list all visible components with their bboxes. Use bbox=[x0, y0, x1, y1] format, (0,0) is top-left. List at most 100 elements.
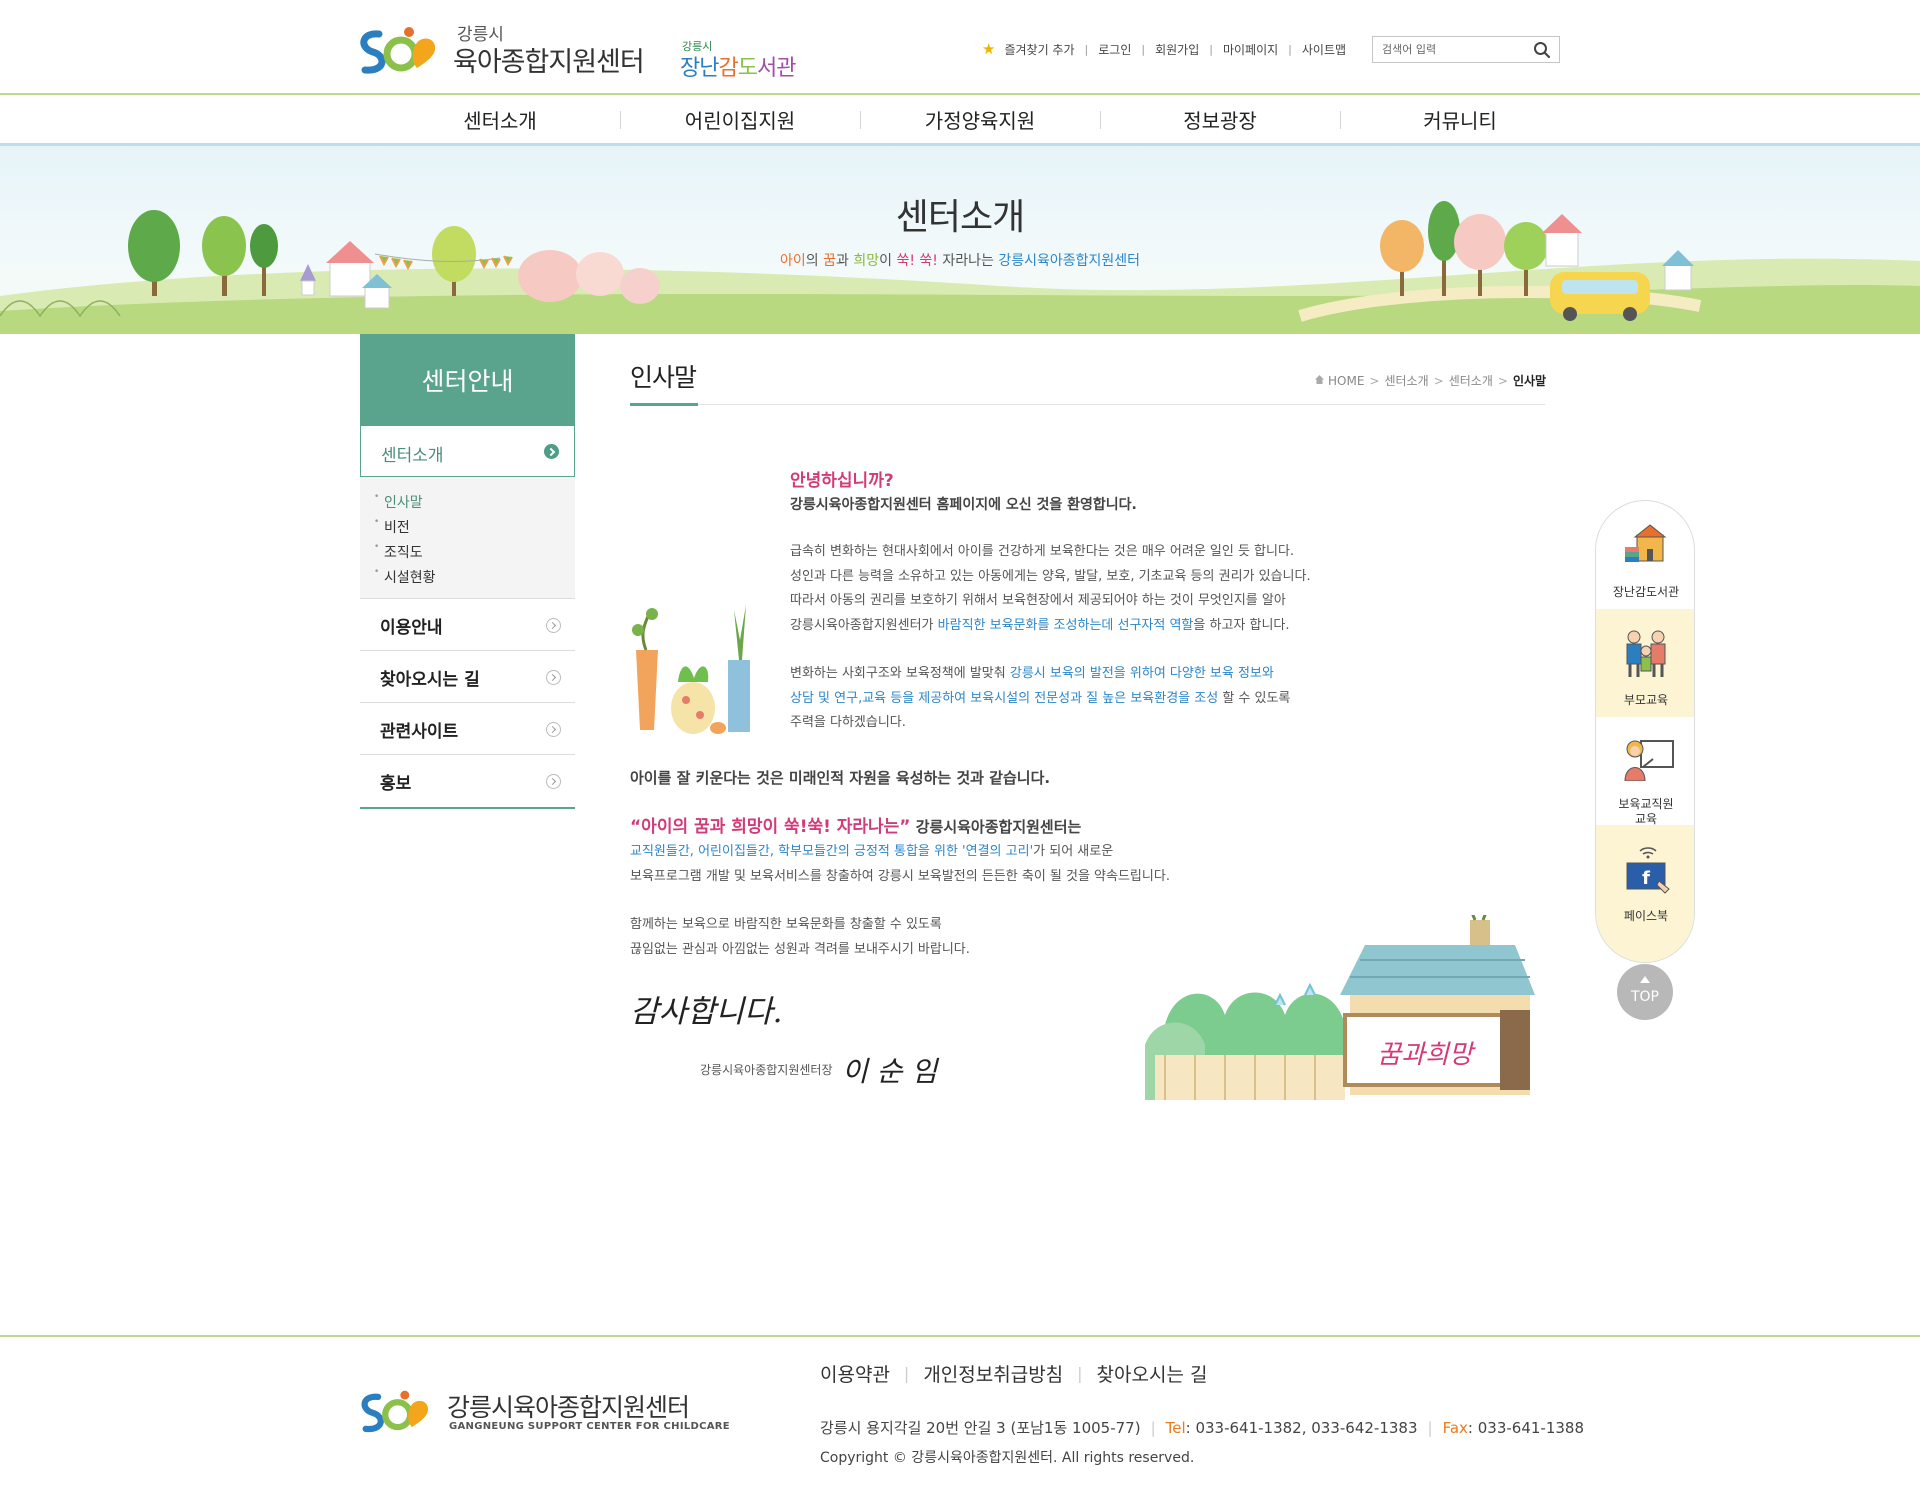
divider: | bbox=[1209, 42, 1213, 56]
slogan-part: 쑥! 쑥! bbox=[896, 253, 938, 269]
title-accent bbox=[630, 403, 698, 406]
slogan-part: 이 bbox=[879, 253, 897, 269]
banner-slogan: 아이의 꿈과 희망이 쑥! 쑥! 자라나는 강릉시육아종합지원센터 bbox=[0, 250, 1920, 270]
text-highlight: 강릉시 보육의 발전을 위하여 다양한 보육 정보와 bbox=[1009, 666, 1274, 681]
sitemap-link[interactable]: 사이트맵 bbox=[1302, 41, 1346, 58]
footer-top-line bbox=[0, 1335, 1920, 1337]
search-icon[interactable] bbox=[1533, 41, 1551, 59]
breadcrumb: HOME > 센터소개 > 센터소개 > 인사말 bbox=[1315, 372, 1546, 389]
breadcrumb-home[interactable]: HOME bbox=[1328, 374, 1364, 388]
footer-privacy-link[interactable]: 개인정보취급방침 bbox=[923, 1360, 1063, 1387]
footer-directions-link[interactable]: 찾아오시는 길 bbox=[1097, 1360, 1208, 1387]
svg-text:f: f bbox=[1642, 868, 1650, 889]
greeting-paragraph-2: 변화하는 사회구조와 보육정책에 발맞춰 강릉시 보육의 발전을 위하여 다양한… bbox=[790, 662, 1290, 736]
quick-label: 페이스북 bbox=[1623, 909, 1669, 923]
divider: | bbox=[1150, 1418, 1156, 1437]
sign-board-text: 꿈과희망 bbox=[1377, 1040, 1476, 1070]
home-icon bbox=[1315, 375, 1324, 384]
text-segment: 가 되어 새로운 bbox=[1033, 844, 1114, 859]
address-text: 강릉시 용지각길 20번 안길 3 (포남1동 1005-77) bbox=[820, 1419, 1141, 1437]
lnb-sub-facilities[interactable]: 시설현황 bbox=[374, 567, 435, 587]
divider: | bbox=[1427, 1418, 1433, 1437]
lnb-item-related-sites[interactable]: 관련사이트 bbox=[360, 703, 575, 755]
bookmark-link[interactable]: 즐겨찾기 추가 bbox=[1004, 41, 1074, 58]
text-highlight: 교직원들간, 어린이집들간, 학부모들간의 긍정적 통합을 위한 '연결의 고리… bbox=[630, 844, 1034, 859]
quick-label: 부모교육 bbox=[1623, 693, 1669, 707]
slogan-part: 의 bbox=[805, 253, 824, 269]
footer-logo-eng: GANGNEUNG SUPPORT CENTER FOR CHILDCARE bbox=[449, 1421, 730, 1432]
sub-visual-banner: 센터소개 아이의 꿈과 희망이 쑥! 쑥! 자라나는 강릉시육아종합지원센터 bbox=[0, 143, 1920, 334]
lnb-sub-organization[interactable]: 조직도 bbox=[374, 542, 423, 562]
slogan-part: 아이 bbox=[780, 253, 806, 269]
quick-facebook[interactable]: f 페이스북 bbox=[1596, 825, 1694, 962]
scroll-top-button[interactable]: TOP bbox=[1617, 964, 1673, 1020]
lnb-sub-vision[interactable]: 비전 bbox=[374, 517, 410, 537]
library-logo-title[interactable]: 장난감도서관 bbox=[680, 50, 796, 82]
gnb-item-daycare[interactable]: 어린이집지원 bbox=[620, 95, 860, 143]
greeting-hello: 안녕하십니까? bbox=[790, 471, 894, 491]
main-nav: 센터소개 어린이집지원 가정양육지원 정보광장 커뮤니티 bbox=[380, 95, 1580, 143]
plant-pots-illustration bbox=[632, 605, 750, 734]
gnb-item-community[interactable]: 커뮤니티 bbox=[1340, 95, 1580, 143]
lnb-item-usage[interactable]: 이용안내 bbox=[360, 599, 575, 651]
text-highlight: 바람직한 보육문화를 조성하는데 선구자적 역할 bbox=[937, 617, 1194, 633]
arrow-up-icon bbox=[1640, 976, 1650, 983]
text-line: 주력을 다하겠습니다. bbox=[790, 715, 906, 730]
breadcrumb-item[interactable]: 센터소개 bbox=[1449, 372, 1493, 389]
thanks-handwriting: 감사합니다. bbox=[630, 994, 783, 1030]
family-icon bbox=[1626, 630, 1666, 677]
site-logo[interactable]: 강릉시 육아종합지원센터 강릉시 장난감도서관 bbox=[357, 20, 797, 82]
lnb-sub-greeting[interactable]: 인사말 bbox=[374, 492, 423, 512]
tel-value: : 033-641-1382, 033-642-1383 bbox=[1185, 1418, 1418, 1437]
chevron-right-icon bbox=[544, 444, 559, 459]
footer-terms-link[interactable]: 이용약관 bbox=[820, 1360, 890, 1387]
fax-value: : 033-641-1388 bbox=[1467, 1418, 1585, 1437]
divider: | bbox=[1288, 42, 1292, 56]
signature-role: 강릉시육아종합지원센터장 bbox=[700, 1063, 833, 1077]
lnb-item-directions[interactable]: 찾아오시는 길 bbox=[360, 651, 575, 703]
lnb-item-label: 이용안내 bbox=[380, 618, 443, 638]
breadcrumb-sep-icon: > bbox=[1369, 373, 1380, 388]
breadcrumb-item[interactable]: 센터소개 bbox=[1384, 372, 1428, 389]
text-line: 변화하는 사회구조와 보육정책에 발맞춰 강릉시 보육의 발전을 위하여 다양한… bbox=[790, 662, 1290, 687]
breadcrumb-sep-icon: > bbox=[1497, 373, 1508, 388]
logo-mark-icon bbox=[361, 1390, 429, 1433]
title-divider bbox=[630, 404, 1545, 405]
gnb-item-home-care[interactable]: 가정양육지원 bbox=[860, 95, 1100, 143]
join-link[interactable]: 회원가입 bbox=[1155, 41, 1199, 58]
quote-text: “아이의 꿈과 희망이 쑥!쑥! 자라나는” bbox=[630, 817, 911, 837]
search-input[interactable] bbox=[1373, 37, 1523, 62]
text-segment: 변화하는 사회구조와 보육정책에 발맞춰 bbox=[790, 666, 1010, 681]
logo-title: 육아종합지원센터 bbox=[453, 47, 645, 78]
logo-mark-icon bbox=[360, 27, 436, 74]
library-logo-part: 감 bbox=[718, 56, 738, 81]
text-line: 강릉시육아종합지원센터가 바람직한 보육문화를 조성하는데 선구자적 역할을 하… bbox=[790, 614, 1311, 639]
fax-label: Fax bbox=[1442, 1418, 1468, 1437]
slogan-part: 강릉시육아종합지원센터 bbox=[998, 253, 1140, 269]
text-line: 따라서 아동의 권리를 보호하기 위해서 보육현장에서 제공되어야 하는 것이 … bbox=[790, 593, 1286, 608]
quick-parent-education[interactable]: 부모교육 bbox=[1596, 609, 1694, 717]
divider: | bbox=[903, 1364, 910, 1383]
slogan-part: 과 bbox=[836, 253, 854, 269]
mypage-link[interactable]: 마이페이지 bbox=[1223, 41, 1278, 58]
facebook-icon: f bbox=[1626, 847, 1670, 894]
lnb-item-label: 찾아오시는 길 bbox=[380, 670, 480, 690]
text-highlight: 상담 및 연구,교육 등을 제공하여 보육시설의 전문성과 질 높은 보육환경을… bbox=[790, 690, 1219, 706]
quick-toy-library[interactable]: 장난감도서관 bbox=[1596, 501, 1694, 609]
quick-label-line: 보육교직원 교육 bbox=[1618, 797, 1674, 826]
lnb-title: 센터안내 bbox=[360, 334, 575, 425]
search-box bbox=[1372, 36, 1560, 63]
lnb-item-promotion[interactable]: 홍보 bbox=[360, 755, 575, 807]
breadcrumb-sep-icon: > bbox=[1433, 373, 1444, 388]
gnb-item-center[interactable]: 센터소개 bbox=[380, 95, 620, 143]
star-icon: ★ bbox=[982, 40, 996, 58]
lnb-item-center-intro[interactable]: 센터소개 bbox=[360, 425, 575, 477]
login-link[interactable]: 로그인 bbox=[1098, 41, 1131, 58]
breadcrumb-current: 인사말 bbox=[1512, 374, 1547, 388]
text-line: 교직원들간, 어린이집들간, 학부모들간의 긍정적 통합을 위한 '연결의 고리… bbox=[630, 840, 1170, 865]
library-building-icon bbox=[1625, 524, 1667, 562]
gnb-item-info[interactable]: 정보광장 bbox=[1100, 95, 1340, 143]
quick-teacher-education[interactable]: 보육교직원 교육 bbox=[1596, 717, 1694, 826]
quote-rest: 강릉시육아종합지원센터는 bbox=[910, 818, 1082, 836]
divider: | bbox=[1077, 1364, 1083, 1383]
